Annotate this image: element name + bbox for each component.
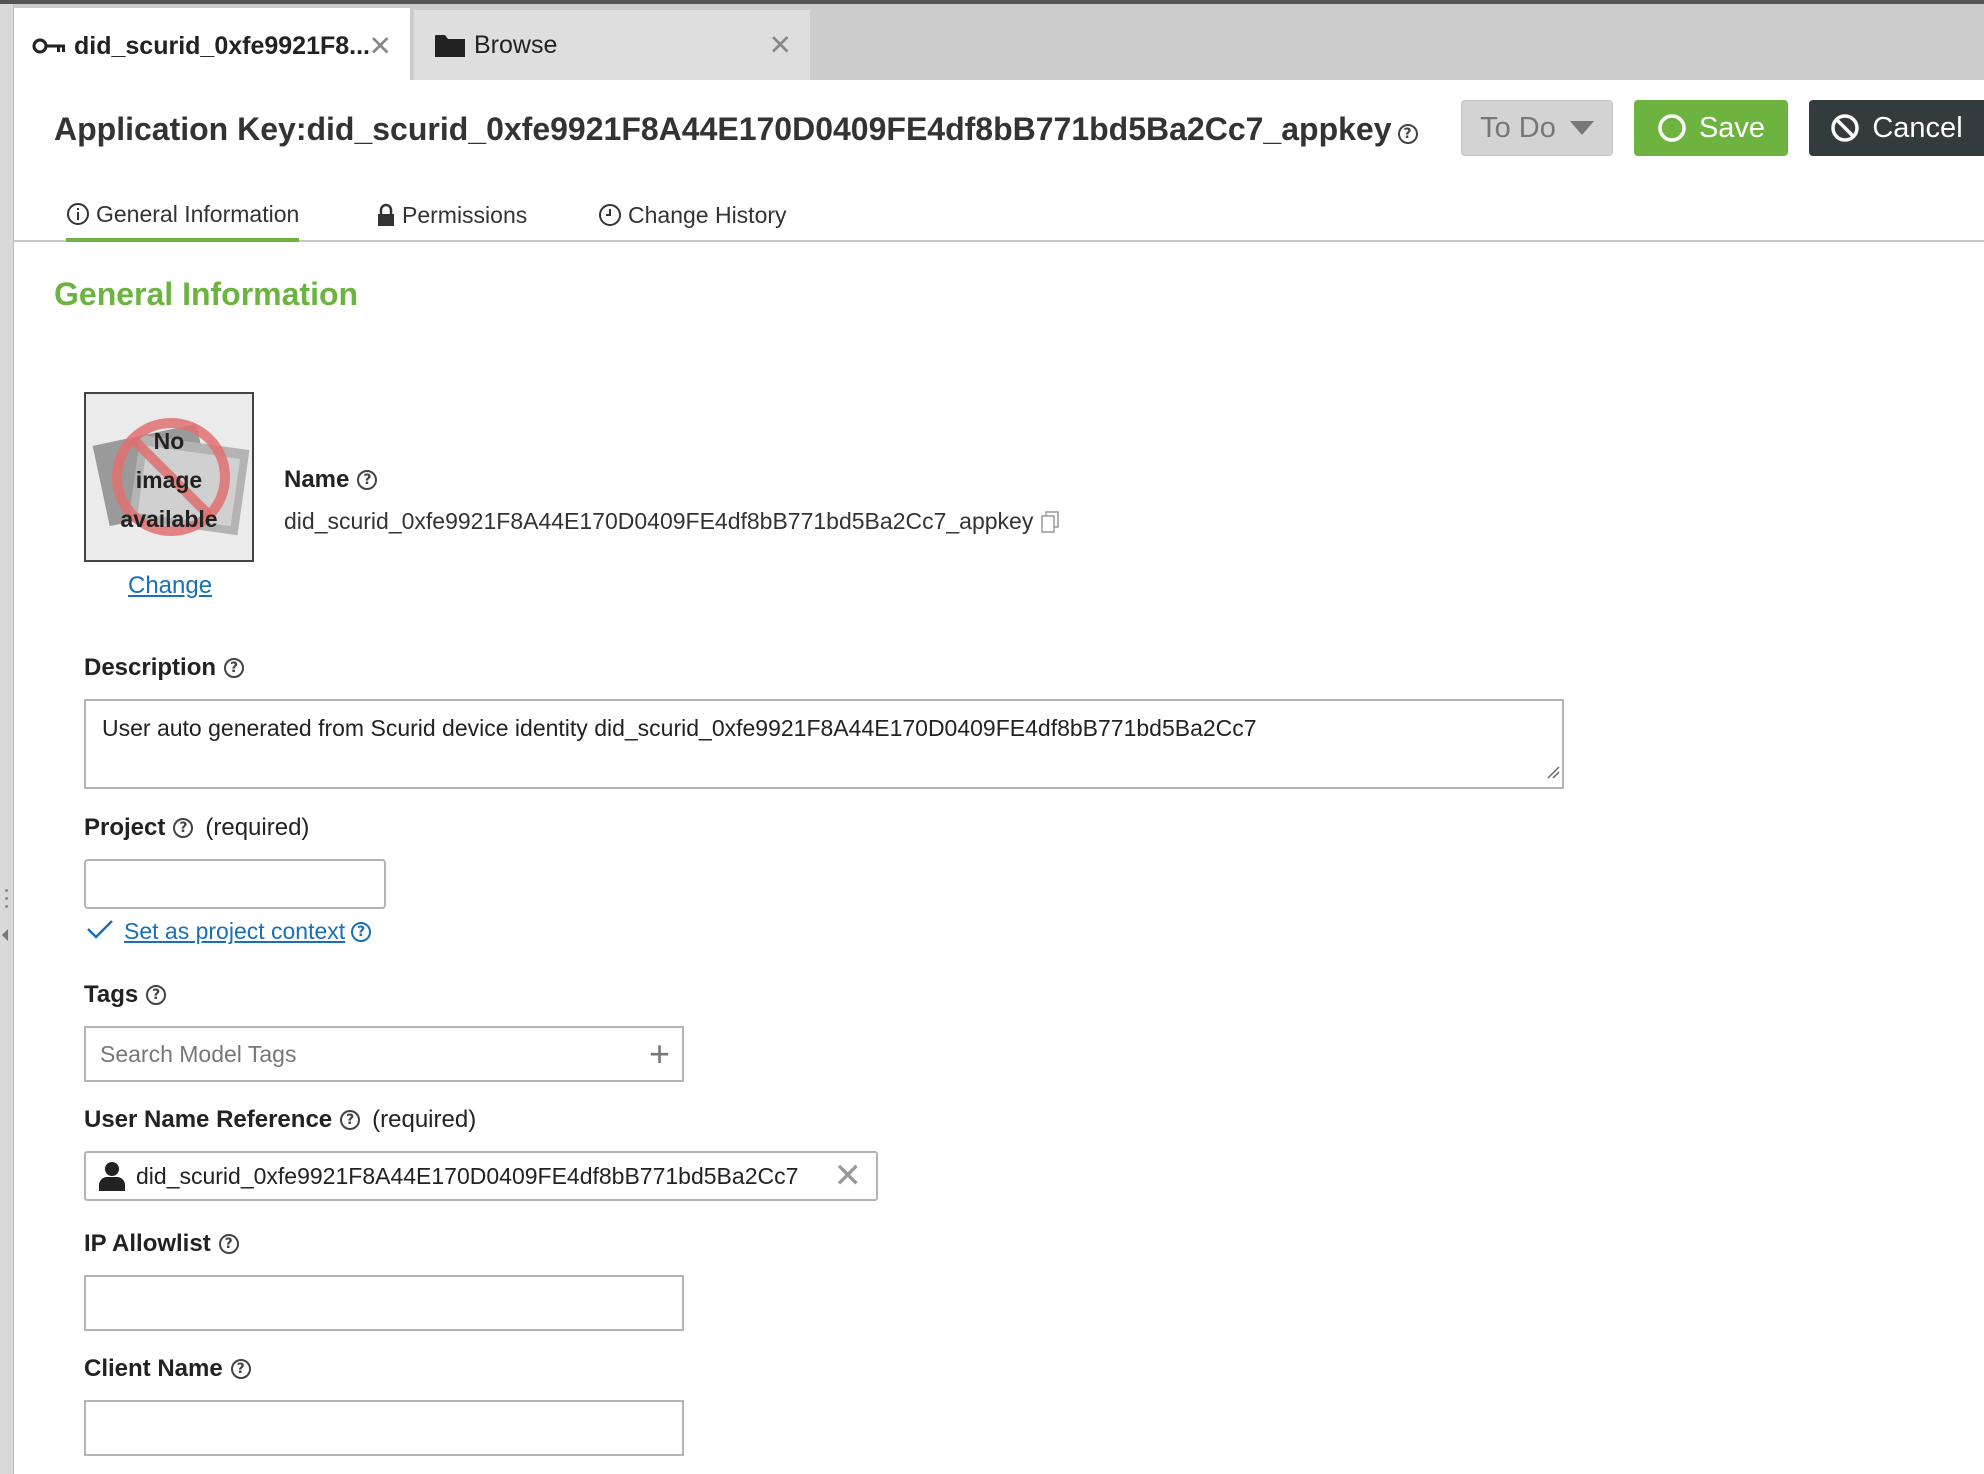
help-icon[interactable]: ? (351, 921, 372, 942)
info-icon (66, 202, 90, 226)
save-button[interactable]: Save (1634, 100, 1788, 156)
check-icon (86, 918, 114, 945)
tab-browse-label: Browse (474, 30, 558, 59)
image-placeholder: No image available (84, 392, 254, 562)
folder-icon (434, 32, 466, 58)
no-image-text: No image available (120, 428, 218, 532)
circle-icon (1657, 113, 1687, 143)
help-icon[interactable]: ? (224, 658, 245, 678)
name-label: Name ? (284, 466, 378, 494)
section-title: General Information (54, 276, 359, 312)
name-value: did_scurid_0xfe9921F8A44E170D0409FE4df8b… (284, 508, 1060, 535)
page-title: Application Key:did_scurid_0xfe9921F8A44… (54, 110, 1392, 147)
user-name-reference-label: User Name Reference ? (required) (84, 1106, 477, 1133)
save-button-label: Save (1698, 111, 1766, 144)
set-project-context-link[interactable]: Set as project context (124, 918, 345, 945)
help-icon[interactable]: ? (340, 1110, 361, 1130)
document-tab-strip: did_scurid_0xfe9921F8... ✕ Browse ✕ (14, 4, 1984, 84)
tags-label: Tags ? (84, 981, 167, 1009)
description-label: Description ? (84, 654, 245, 682)
close-icon[interactable]: ✕ (369, 30, 392, 63)
help-icon[interactable]: ? (230, 1359, 251, 1379)
help-icon[interactable]: ? (173, 818, 194, 838)
status-dropdown[interactable]: To Do (1461, 100, 1613, 156)
cancel-button[interactable]: Cancel (1809, 100, 1984, 156)
project-label: Project ? (required) (84, 814, 310, 841)
required-note: (required) (205, 814, 310, 841)
ip-allowlist-input[interactable] (84, 1275, 684, 1331)
tab-general-information-label: General Information (96, 200, 300, 227)
tab-general-information[interactable]: General Information (66, 190, 300, 242)
project-context-row: Set as project context ? (86, 918, 372, 945)
change-image-link[interactable]: Change (128, 572, 212, 600)
help-icon[interactable]: ? (1397, 124, 1418, 144)
ban-icon (1830, 113, 1860, 143)
collapse-arrow-icon[interactable] (2, 929, 8, 941)
help-icon[interactable]: ? (146, 985, 167, 1005)
required-note: (required) (372, 1106, 477, 1133)
clear-icon[interactable]: ✕ (834, 1157, 863, 1195)
tab-permissions-label: Permissions (402, 201, 528, 228)
plus-icon[interactable]: + (649, 1036, 670, 1072)
help-icon[interactable]: ? (218, 1234, 239, 1254)
cancel-button-label: Cancel (1872, 111, 1963, 144)
left-panel-splitter[interactable] (0, 4, 14, 1474)
project-input[interactable] (84, 859, 386, 909)
copy-icon[interactable] (1041, 510, 1060, 533)
help-icon[interactable]: ? (357, 470, 378, 490)
tab-permissions[interactable]: Permissions (376, 190, 527, 240)
tags-search-input[interactable]: Search Model Tags + (84, 1026, 684, 1082)
section-tabs: General Information Permissions Change H… (14, 182, 1984, 242)
clock-icon (598, 203, 622, 227)
client-name-input[interactable] (84, 1400, 684, 1456)
tab-browse[interactable]: Browse ✕ (414, 10, 810, 80)
tab-change-history-label: Change History (628, 201, 787, 228)
user-name-reference-field[interactable]: did_scurid_0xfe9921F8A44E170D0409FE4df8b… (84, 1151, 878, 1201)
key-icon (32, 37, 66, 55)
description-textarea[interactable]: User auto generated from Scurid device i… (84, 699, 1564, 789)
close-icon[interactable]: ✕ (769, 29, 792, 62)
client-name-label: Client Name ? (84, 1355, 251, 1383)
user-icon (98, 1161, 126, 1191)
resize-grip-icon[interactable] (1546, 758, 1560, 785)
caret-down-icon (1569, 121, 1594, 135)
page-header: Application Key:did_scurid_0xfe9921F8A44… (54, 100, 1418, 158)
tab-change-history[interactable]: Change History (598, 190, 787, 240)
ip-allowlist-label: IP Allowlist ? (84, 1230, 239, 1258)
lock-icon (376, 203, 396, 227)
tab-app-key-label: did_scurid_0xfe9921F8... (74, 31, 370, 60)
status-dropdown-label: To Do (1480, 111, 1556, 144)
tab-app-key[interactable]: did_scurid_0xfe9921F8... ✕ (14, 8, 410, 84)
